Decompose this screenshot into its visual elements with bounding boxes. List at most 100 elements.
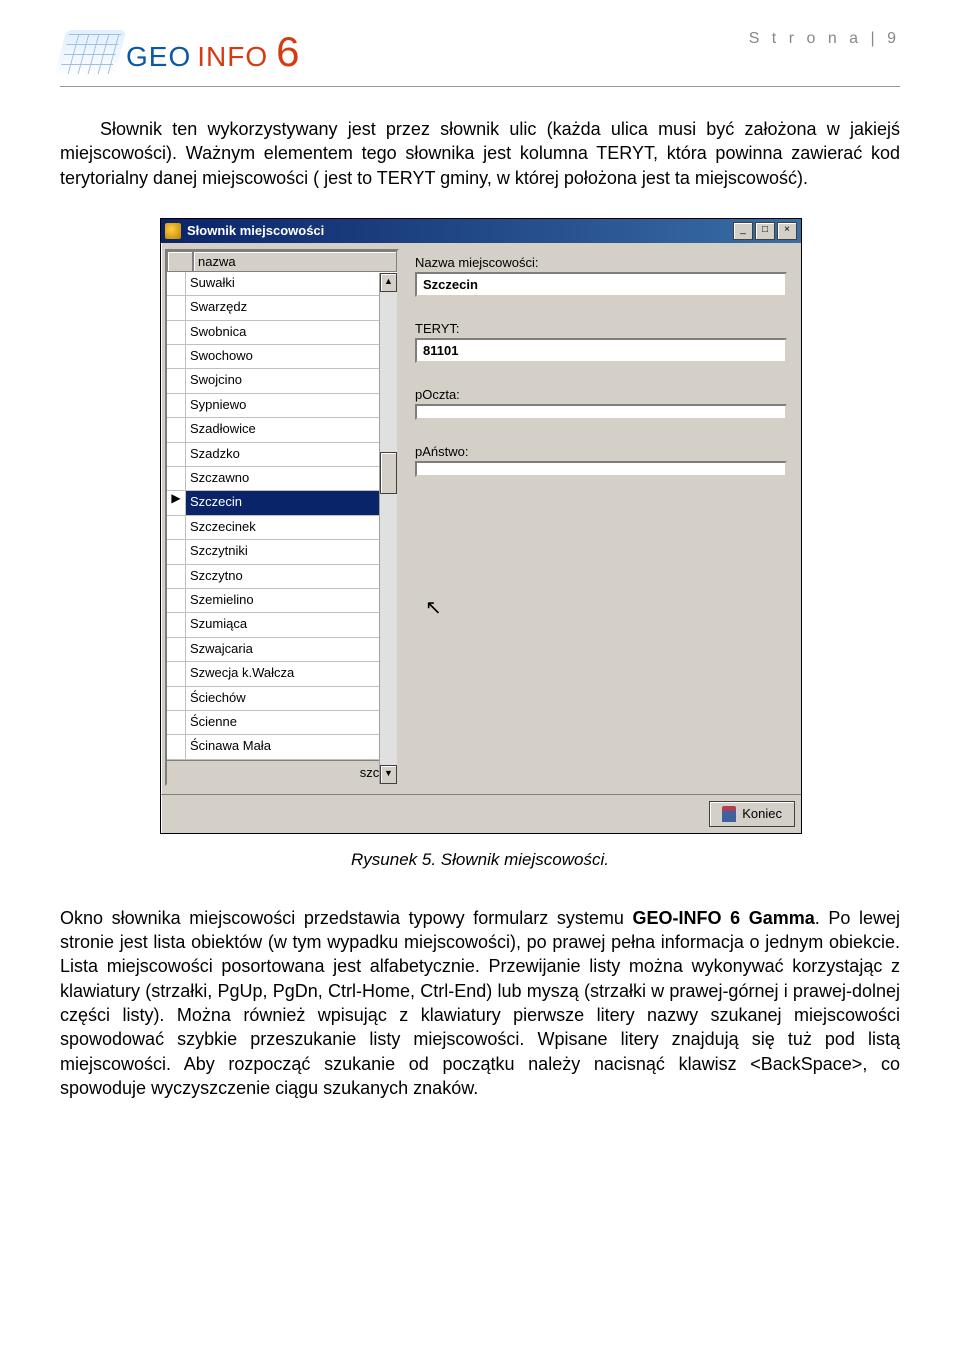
scroll-up-button[interactable]: ▲ (380, 273, 397, 292)
list-item[interactable]: Szczawno (167, 467, 397, 491)
row-name: Sypniewo (186, 394, 397, 418)
row-name: Szemielino (186, 589, 397, 613)
list-item[interactable]: Szadłowice (167, 418, 397, 442)
row-name: Ścienne (186, 711, 397, 735)
row-name: Szczytniki (186, 540, 397, 564)
row-name: Szwecja k.Wałcza (186, 662, 397, 686)
door-icon (722, 806, 736, 822)
input-panstwo[interactable] (415, 461, 787, 477)
list-item[interactable]: Szczytno (167, 565, 397, 589)
input-teryt[interactable]: 81101 (415, 338, 787, 363)
list-item[interactable]: Sypniewo (167, 394, 397, 418)
label-poczta: pOczta: (415, 387, 787, 402)
row-indicator (167, 272, 186, 296)
row-indicator (167, 467, 186, 491)
list-item[interactable]: Ścienne (167, 711, 397, 735)
row-name: Swarzędz (186, 296, 397, 320)
logo-text-six: 6 (276, 35, 299, 69)
row-name: Szczecinek (186, 516, 397, 540)
list-item[interactable]: Swochowo (167, 345, 397, 369)
list-item[interactable]: Szadzko (167, 443, 397, 467)
row-indicator (167, 565, 186, 589)
page-header: GEO INFO 6 S t r o n a | 9 (60, 30, 900, 87)
row-indicator (167, 687, 186, 711)
figure-caption: Rysunek 5. Słownik miejscowości. (60, 850, 900, 870)
list-panel: nazwa SuwałkiSwarzędzSwobnicaSwochowoSwo… (165, 249, 399, 786)
list-item[interactable]: Szwecja k.Wałcza (167, 662, 397, 686)
search-row: szcze (167, 760, 397, 784)
list-item[interactable]: Swobnica (167, 321, 397, 345)
end-button-label: Koniec (742, 806, 782, 821)
list-header-name[interactable]: nazwa (193, 251, 397, 272)
row-name: Szadzko (186, 443, 397, 467)
row-name: Suwałki (186, 272, 397, 296)
paragraph-1: Słownik ten wykorzystywany jest przez sł… (60, 117, 900, 190)
row-indicator (167, 418, 186, 442)
row-indicator (167, 589, 186, 613)
row-name: Ściechów (186, 687, 397, 711)
scroll-thumb[interactable] (380, 452, 397, 494)
scroll-track[interactable] (380, 292, 397, 765)
row-indicator (167, 735, 186, 759)
footer-row: Koniec (161, 794, 801, 833)
row-indicator (167, 662, 186, 686)
list-item[interactable]: ▶Szczecin (167, 491, 397, 515)
maximize-button[interactable]: □ (755, 222, 775, 240)
row-name: Szczecin (186, 491, 397, 515)
titlebar[interactable]: Słownik miejscowości _ □ × (161, 219, 801, 243)
list-header-stub[interactable] (167, 251, 193, 272)
row-name: Szczawno (186, 467, 397, 491)
row-name: Szumiąca (186, 613, 397, 637)
row-indicator (167, 638, 186, 662)
list-item[interactable]: Szwajcaria (167, 638, 397, 662)
list-item[interactable]: Swojcino (167, 369, 397, 393)
row-indicator: ▶ (167, 491, 186, 515)
logo-cube-icon (54, 30, 127, 78)
para2-c: . Po lewej stronie jest lista obiektów (… (60, 908, 900, 1098)
row-name: Szczytno (186, 565, 397, 589)
row-indicator (167, 296, 186, 320)
row-name: Swojcino (186, 369, 397, 393)
list-item[interactable]: Swarzędz (167, 296, 397, 320)
list-body[interactable]: SuwałkiSwarzędzSwobnicaSwochowoSwojcinoS… (167, 272, 397, 760)
input-nazwa[interactable]: Szczecin (415, 272, 787, 297)
row-name: Swochowo (186, 345, 397, 369)
list-item[interactable]: Szczecinek (167, 516, 397, 540)
row-indicator (167, 516, 186, 540)
logo-text-info: INFO (197, 41, 268, 73)
row-name: Swobnica (186, 321, 397, 345)
row-indicator (167, 394, 186, 418)
list-item[interactable]: Szemielino (167, 589, 397, 613)
end-button[interactable]: Koniec (709, 801, 795, 827)
list-item[interactable]: Ścinawa Mała (167, 735, 397, 759)
row-name: Szwajcaria (186, 638, 397, 662)
row-indicator (167, 443, 186, 467)
window-title: Słownik miejscowości (187, 223, 324, 238)
scroll-down-button[interactable]: ▼ (380, 765, 397, 784)
row-indicator (167, 711, 186, 735)
form-panel: Nazwa miejscowości: Szczecin TERYT: 8110… (405, 249, 797, 786)
list-item[interactable]: Ściechów (167, 687, 397, 711)
paragraph-2: Okno słownika miejscowości przedstawia t… (60, 906, 900, 1100)
list-item[interactable]: Szczytniki (167, 540, 397, 564)
list-item[interactable]: Suwałki (167, 272, 397, 296)
dialog-window: Słownik miejscowości _ □ × nazwa Suwałki… (160, 218, 802, 834)
page-number: S t r o n a | 9 (749, 30, 900, 48)
row-indicator (167, 613, 186, 637)
app-icon (165, 223, 181, 239)
logo: GEO INFO 6 (60, 30, 299, 78)
list-item[interactable]: Szumiąca (167, 613, 397, 637)
row-name: Ścinawa Mała (186, 735, 397, 759)
row-name: Szadłowice (186, 418, 397, 442)
row-indicator (167, 321, 186, 345)
close-button[interactable]: × (777, 222, 797, 240)
row-indicator (167, 345, 186, 369)
row-indicator (167, 540, 186, 564)
label-nazwa: Nazwa miejscowości: (415, 255, 787, 270)
minimize-button[interactable]: _ (733, 222, 753, 240)
logo-text-geo: GEO (126, 41, 191, 73)
scrollbar[interactable]: ▲ ▼ (379, 273, 397, 784)
input-poczta[interactable] (415, 404, 787, 420)
row-indicator (167, 369, 186, 393)
para2-a: Okno słownika miejscowości przedstawia t… (60, 908, 632, 928)
